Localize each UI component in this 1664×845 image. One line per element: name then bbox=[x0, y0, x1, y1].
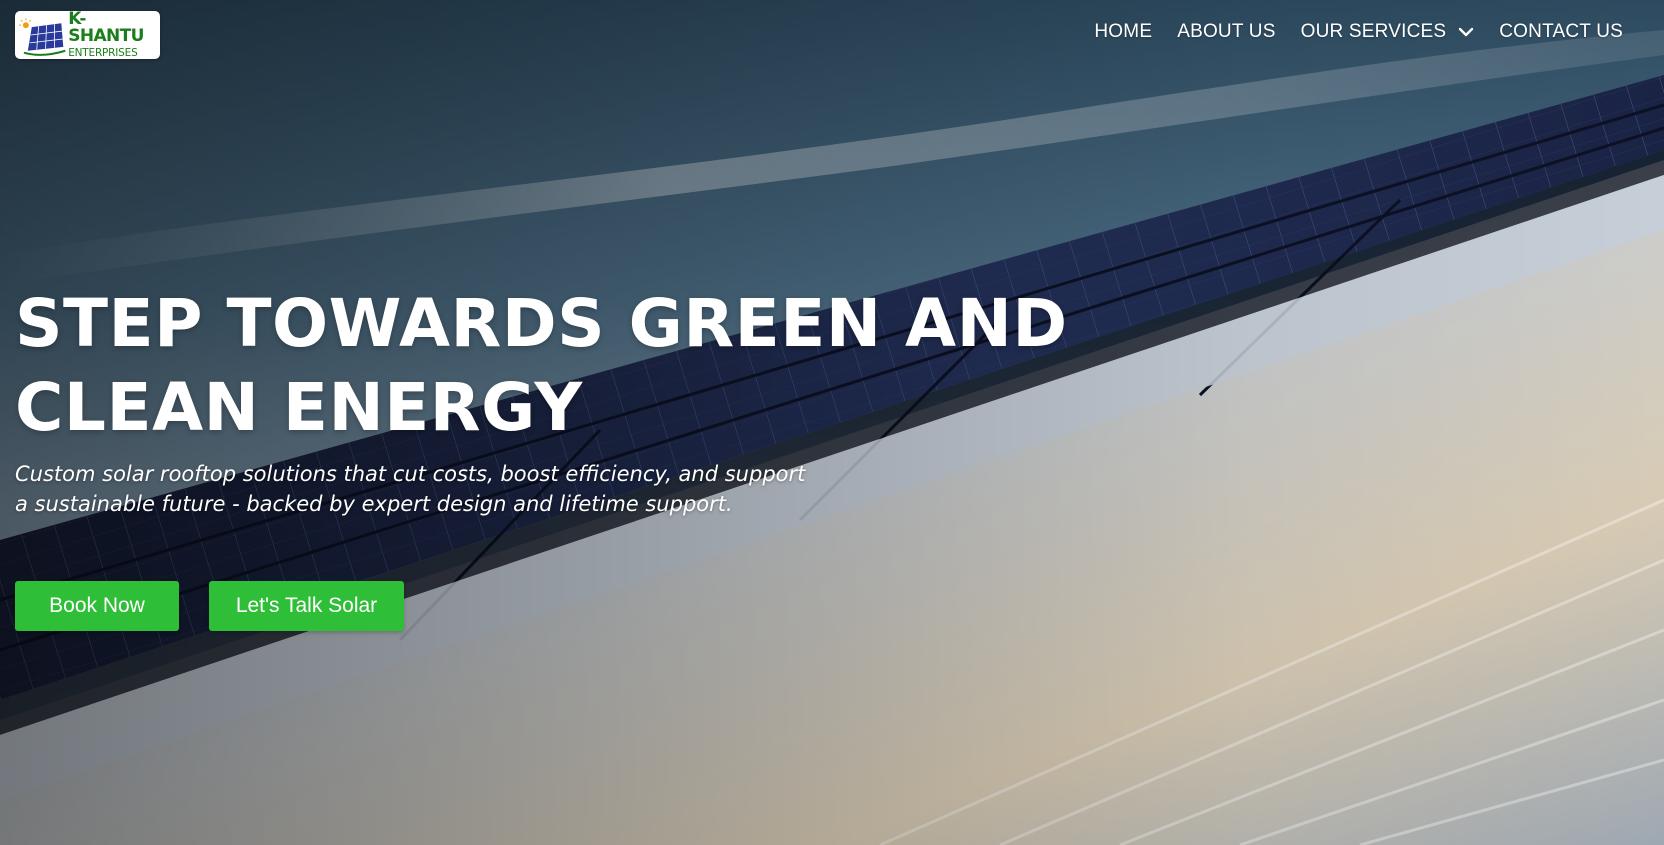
brand-tagline: ENTERPRISES bbox=[68, 47, 138, 60]
lets-talk-solar-button[interactable]: Let's Talk Solar bbox=[209, 581, 404, 631]
brand-logo[interactable]: K-SHANTU ENTERPRISES bbox=[15, 11, 160, 59]
book-now-button[interactable]: Book Now bbox=[15, 581, 179, 631]
hero-subtitle: Custom solar rooftop solutions that cut … bbox=[15, 459, 835, 519]
brand-name: K-SHANTU bbox=[68, 9, 144, 47]
hero-headline-line-2: CLEAN ENERGY bbox=[15, 369, 583, 446]
hero-subtitle-line-2: a sustainable future - backed by expert … bbox=[15, 492, 733, 516]
nav-our-services[interactable]: OUR SERVICES bbox=[1301, 21, 1475, 43]
hero-headline-line-1: STEP TOWARDS GREEN AND bbox=[15, 285, 1068, 362]
nav-contact-us[interactable]: CONTACT US bbox=[1499, 21, 1623, 43]
nav-about-us[interactable]: ABOUT US bbox=[1177, 21, 1275, 43]
nav-home[interactable]: HOME bbox=[1094, 21, 1152, 43]
solar-panel-logo-icon bbox=[18, 18, 66, 56]
nav-our-services-label: OUR SERVICES bbox=[1300, 21, 1447, 42]
hero-headline: STEP TOWARDS GREEN AND CLEAN ENERGY bbox=[15, 282, 1068, 450]
main-nav: HOME ABOUT US OUR SERVICES CONTACT US bbox=[1094, 21, 1623, 43]
chevron-down-icon bbox=[1459, 27, 1474, 37]
hero-subtitle-line-1: Custom solar rooftop solutions that cut … bbox=[15, 462, 806, 486]
